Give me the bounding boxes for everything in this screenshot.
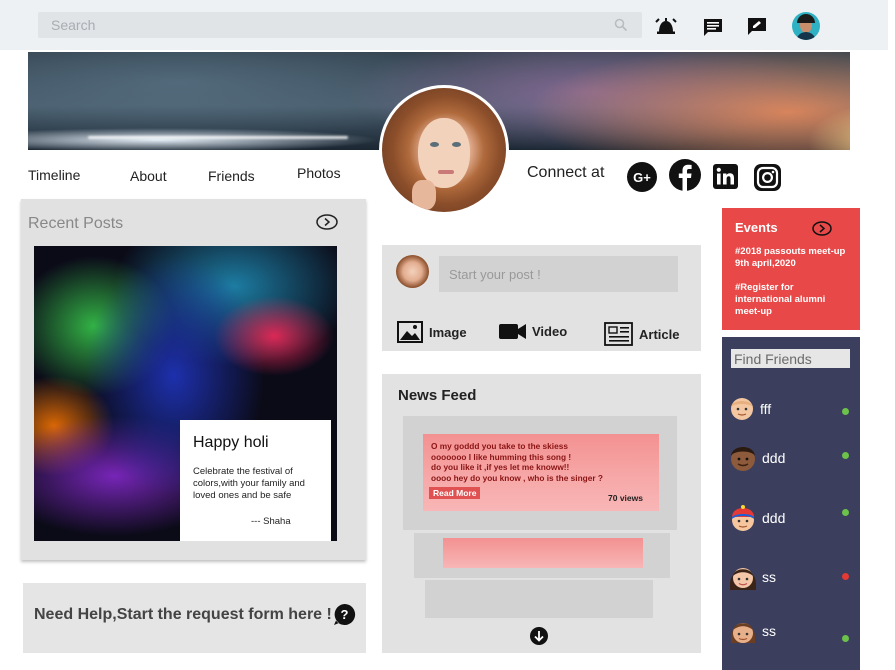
view-more-icon[interactable] (316, 214, 338, 230)
feed-post-line: O my goddd you take to the skiess (431, 441, 568, 451)
view-more-icon[interactable] (812, 221, 832, 236)
friend-name: ss (762, 569, 776, 585)
article-label: Article (639, 326, 680, 342)
recent-posts-panel: Recent Posts Happy holi Celebrate the fe… (21, 199, 366, 560)
image-icon (397, 321, 423, 343)
video-label: Video (532, 324, 568, 339)
feed-post-placeholder[interactable] (414, 533, 670, 578)
feed-post-placeholder[interactable] (425, 580, 653, 618)
arrow-down-icon[interactable] (530, 627, 548, 645)
friends-panel: fff ddd ddd ss (722, 337, 860, 670)
read-more-button[interactable]: Read More (429, 487, 481, 499)
help-icon[interactable]: ? (333, 603, 356, 626)
search-icon[interactable] (614, 18, 628, 32)
feed-post-line: ooooooo I like humming this song ! (431, 451, 572, 462)
events-title: Events (735, 220, 778, 235)
recent-post-author: --- Shaha (251, 516, 291, 527)
nav-photos[interactable]: Photos (297, 165, 341, 181)
article-button[interactable]: Article (604, 322, 679, 346)
compose-panel: Image Video Article (382, 245, 701, 351)
events-panel: Events #2018 passouts meet-up 9th april,… (722, 208, 860, 330)
friend-item[interactable]: fff (730, 396, 771, 422)
event-item[interactable]: #Register for international alumni meet-… (735, 282, 835, 318)
search-bar[interactable] (38, 12, 642, 38)
compose-avatar (396, 255, 429, 288)
friend-avatar-icon (731, 398, 753, 420)
feed-post-line: do you like it ,if yes let me knoww!! (431, 462, 570, 472)
friend-item[interactable]: ss (730, 617, 776, 645)
online-status (842, 408, 849, 415)
video-button[interactable]: Video (499, 323, 567, 340)
nav-about[interactable]: About (130, 168, 167, 184)
help-text: Need Help,Start the request form here ! (34, 606, 332, 623)
facebook-icon[interactable] (669, 159, 701, 191)
connect-label: Connect at (527, 164, 605, 181)
friend-item[interactable]: ddd (730, 503, 785, 533)
friend-name: ddd (762, 450, 786, 466)
nav-friends[interactable]: Friends (208, 168, 255, 184)
alarm-icon[interactable] (655, 16, 677, 36)
article-icon (604, 322, 633, 346)
event-item[interactable]: #2018 passouts meet-up 9th april,2020 (735, 246, 857, 270)
linkedin-icon[interactable] (713, 164, 738, 189)
news-feed-panel: News Feed O my goddd you take to the ski… (382, 374, 701, 653)
friend-name: fff (760, 401, 772, 417)
online-status (842, 452, 849, 459)
friend-name: ddd (762, 510, 786, 526)
online-status (842, 635, 849, 642)
video-icon (499, 324, 526, 339)
feed-post-line: oooo hey do you know , who is the singer… (431, 472, 603, 483)
friend-item[interactable]: ddd (730, 443, 785, 473)
svg-text:G+: G+ (633, 170, 651, 185)
recent-post-text: Celebrate the festival of colors,with yo… (193, 466, 305, 501)
user-avatar[interactable] (792, 12, 820, 40)
friend-avatar-icon (731, 447, 755, 471)
message-icon[interactable] (702, 18, 724, 38)
news-feed-title: News Feed (398, 387, 477, 404)
friend-avatar-icon (732, 505, 754, 531)
profile-picture (379, 85, 509, 215)
views-count: 70 views (608, 493, 643, 503)
feedback-icon[interactable] (746, 17, 768, 37)
nav-timeline[interactable]: Timeline (28, 167, 80, 183)
help-panel[interactable]: Need Help,Start the request form here ! … (23, 583, 366, 653)
recent-posts-title: Recent Posts (28, 215, 124, 232)
friend-name: ss (762, 623, 776, 639)
friend-avatar-icon (731, 623, 755, 643)
image-label: Image (429, 324, 467, 340)
recent-post-card[interactable]: Happy holi Celebrate the festival of col… (180, 420, 331, 541)
google-plus-icon[interactable]: G+ (627, 162, 657, 192)
online-status (842, 509, 849, 516)
recent-post-image[interactable]: Happy holi Celebrate the festival of col… (34, 246, 337, 541)
friend-item[interactable]: ss (730, 562, 776, 592)
find-friends-input[interactable] (731, 349, 850, 368)
offline-status (842, 573, 849, 580)
top-bar (0, 0, 888, 50)
post-input[interactable] (439, 256, 678, 292)
feed-post-card: O my goddd you take to the skiess oooooo… (423, 434, 659, 511)
instagram-icon[interactable] (754, 164, 781, 191)
search-input[interactable] (38, 12, 642, 38)
image-button[interactable]: Image (397, 321, 467, 343)
recent-post-title: Happy holi (193, 434, 269, 451)
svg-text:?: ? (341, 607, 349, 622)
feed-post[interactable]: O my goddd you take to the skiess oooooo… (403, 416, 677, 530)
friend-avatar-icon (730, 568, 756, 590)
